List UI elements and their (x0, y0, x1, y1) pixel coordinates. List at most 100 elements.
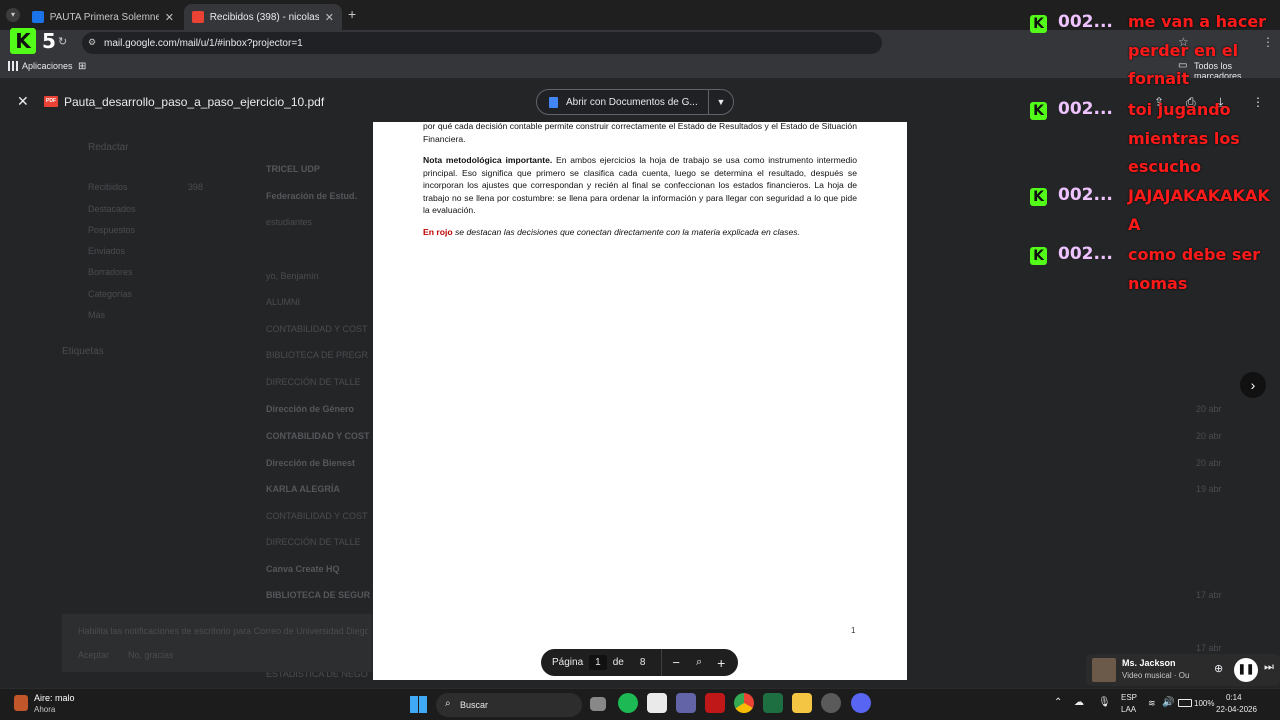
mail-sender[interactable]: Dirección de Género (266, 404, 354, 414)
excel-icon[interactable] (763, 693, 783, 713)
close-tab-icon[interactable]: ✕ (165, 11, 174, 24)
kick-logo-icon: K (10, 28, 36, 54)
address-bar[interactable]: ⚙ mail.google.com/mail/u/1/#inbox?projec… (82, 32, 882, 54)
snackbar-text: Habilita las notificaciones de escritori… (78, 626, 368, 636)
apps-grid-icon (8, 61, 18, 71)
file-explorer-icon[interactable] (792, 693, 812, 713)
pdf-page: por qué cada decisión contable permite c… (373, 121, 907, 680)
mail-sender[interactable]: Dirección de Bienest (266, 458, 355, 468)
mail-sender[interactable]: DIRECCIÓN DE TALLE (266, 377, 361, 387)
discord-icon[interactable] (851, 693, 871, 713)
mail-sender[interactable]: BIBLIOTECA DE PREGR (266, 350, 368, 360)
weather-sub: Ahora (34, 705, 56, 714)
battery-percent: 100% (1194, 699, 1215, 708)
mail-sender[interactable]: TRICEL UDP (266, 164, 320, 174)
chat-message: me van a hacer perder en el fornait (1128, 12, 1267, 88)
nav-item[interactable]: Enviados (88, 246, 125, 256)
battery-icon[interactable] (1178, 699, 1192, 707)
nav-item[interactable]: Destacados (88, 204, 136, 214)
mail-sender[interactable]: CONTABILIDAD Y COST (266, 324, 368, 334)
chrome-icon[interactable] (734, 693, 754, 713)
tab-label: Recibidos (398) - nicolas.orellar (209, 11, 319, 23)
mail-sender[interactable]: ALUMNI (266, 297, 300, 307)
mail-sender[interactable]: KARLA ALEGRÍA (266, 484, 340, 494)
kick-badge-icon: K (1030, 188, 1047, 206)
next-track-icon[interactable]: ⏭ (1264, 661, 1274, 674)
divider (661, 649, 663, 676)
media-player-card[interactable]: Ms. Jackson Video musical · Ou ⊕ ❚❚ ⏭ (1086, 654, 1280, 686)
mail-sender[interactable]: BIBLIOTECA DE SEGUR (266, 590, 370, 600)
bookmarks-bar: Aplicaciones ⊞ ▭ Todos los marcadores (0, 56, 1280, 81)
mail-sender[interactable]: DIRECCIÓN DE TALLE (266, 537, 361, 547)
tray-lang-sub: LAA (1121, 705, 1137, 714)
google-docs-icon (32, 11, 44, 23)
compose-button[interactable]: Redactar (88, 142, 129, 153)
pdf-file-icon: PDF (44, 96, 58, 107)
task-view-icon[interactable] (590, 697, 606, 711)
media-add-icon[interactable]: ⊕ (1214, 662, 1223, 675)
app-icon[interactable] (821, 693, 841, 713)
tab-gmail[interactable]: Recibidos (398) - nicolas.orellar ✕ (184, 4, 342, 30)
zoom-out-icon[interactable]: − (672, 655, 680, 670)
zoom-fit-icon[interactable]: ⌕ (696, 656, 702, 669)
site-info-icon[interactable]: ⚙ (88, 37, 96, 48)
labels-header: Etiquetas (62, 346, 104, 357)
red-body: se destacan las decisiones que conectan … (452, 227, 800, 237)
pause-icon[interactable]: ❚❚ (1234, 658, 1258, 682)
kick-badge-icon: K (1030, 247, 1047, 265)
microphone-icon[interactable]: 🎙 (1098, 697, 1111, 708)
close-viewer-icon[interactable]: ✕ (17, 93, 29, 110)
windows-start-icon[interactable] (410, 696, 427, 713)
tray-lang[interactable]: ESP (1121, 693, 1137, 702)
google-docs-icon (549, 96, 558, 108)
nav-item[interactable]: Más (88, 310, 105, 320)
mail-sender[interactable]: Canva Create HQ (266, 564, 340, 574)
tray-chevron-icon[interactable]: ⌃ (1054, 697, 1062, 708)
wifi-icon[interactable]: ≋ (1148, 698, 1156, 709)
page-total: 8 (639, 657, 646, 668)
document-title: Pauta_desarrollo_paso_a_paso_ejercicio_1… (64, 95, 325, 109)
taskbar-search[interactable]: ⌕ Buscar (436, 693, 582, 717)
page-input[interactable]: 1 (589, 655, 607, 670)
nav-item[interactable]: Pospuestos (88, 225, 135, 235)
mail-sender[interactable]: Federación de Estud. (266, 191, 357, 201)
media-subtitle: Video musical · Ou (1122, 671, 1190, 680)
open-with-docs-button[interactable]: Abrir con Documentos de G... ▼ (536, 89, 734, 115)
bookmark-apps[interactable]: Aplicaciones (22, 61, 73, 71)
chat-username: 002... (1058, 12, 1113, 32)
reload-icon[interactable]: ↻ (58, 35, 67, 48)
chevron-down-icon[interactable]: ▼ (709, 97, 733, 107)
mail-sender[interactable]: CONTABILIDAD Y COST (266, 431, 370, 441)
bookmark-grid-icon[interactable]: ⊞ (78, 61, 86, 72)
snackbar-accept[interactable]: Aceptar (78, 650, 109, 660)
chat-message: como debe ser nomas (1128, 245, 1261, 293)
teams-icon[interactable] (676, 693, 696, 713)
clock-date: 22-04-2026 (1216, 705, 1257, 714)
nav-item[interactable]: Borradores (88, 267, 133, 277)
page-of: de (612, 657, 624, 668)
clock-time[interactable]: 0:14 (1226, 693, 1242, 702)
spotify-icon[interactable] (618, 693, 638, 713)
mcafee-icon[interactable] (705, 693, 725, 713)
chat-message: JAJAJAKAKAKAKA (1128, 186, 1270, 234)
mail-sender[interactable]: CONTABILIDAD Y COST (266, 511, 368, 521)
tab-search-icon[interactable]: ▾ (6, 8, 20, 22)
next-file-button[interactable]: › (1240, 372, 1266, 398)
mail-sender[interactable]: yo, Benjamín (266, 271, 319, 281)
mail-date: 17 abr (1196, 643, 1222, 653)
tab-pauta[interactable]: PAUTA Primera Solemne 1 - 20 ✕ (24, 4, 182, 30)
nav-item[interactable]: Categorías (88, 289, 132, 299)
onedrive-icon[interactable]: ☁ (1074, 697, 1084, 708)
snackbar-dismiss[interactable]: No, gracias (128, 650, 174, 660)
pdf-paragraph-red: En rojo se destacan las decisiones que c… (423, 226, 857, 239)
zoom-in-icon[interactable]: + (717, 655, 725, 671)
new-tab-button[interactable]: + (348, 6, 356, 22)
chat-username: 002... (1058, 185, 1113, 205)
close-tab-icon[interactable]: ✕ (325, 11, 334, 24)
nav-item[interactable]: Recibidos (88, 182, 128, 192)
store-icon[interactable] (647, 693, 667, 713)
chevron-right-icon: › (1250, 377, 1256, 393)
volume-icon[interactable]: 🔊 (1162, 697, 1174, 708)
weather-title[interactable]: Aire: malo (34, 693, 75, 703)
mail-sender[interactable]: estudiantes (266, 217, 312, 227)
